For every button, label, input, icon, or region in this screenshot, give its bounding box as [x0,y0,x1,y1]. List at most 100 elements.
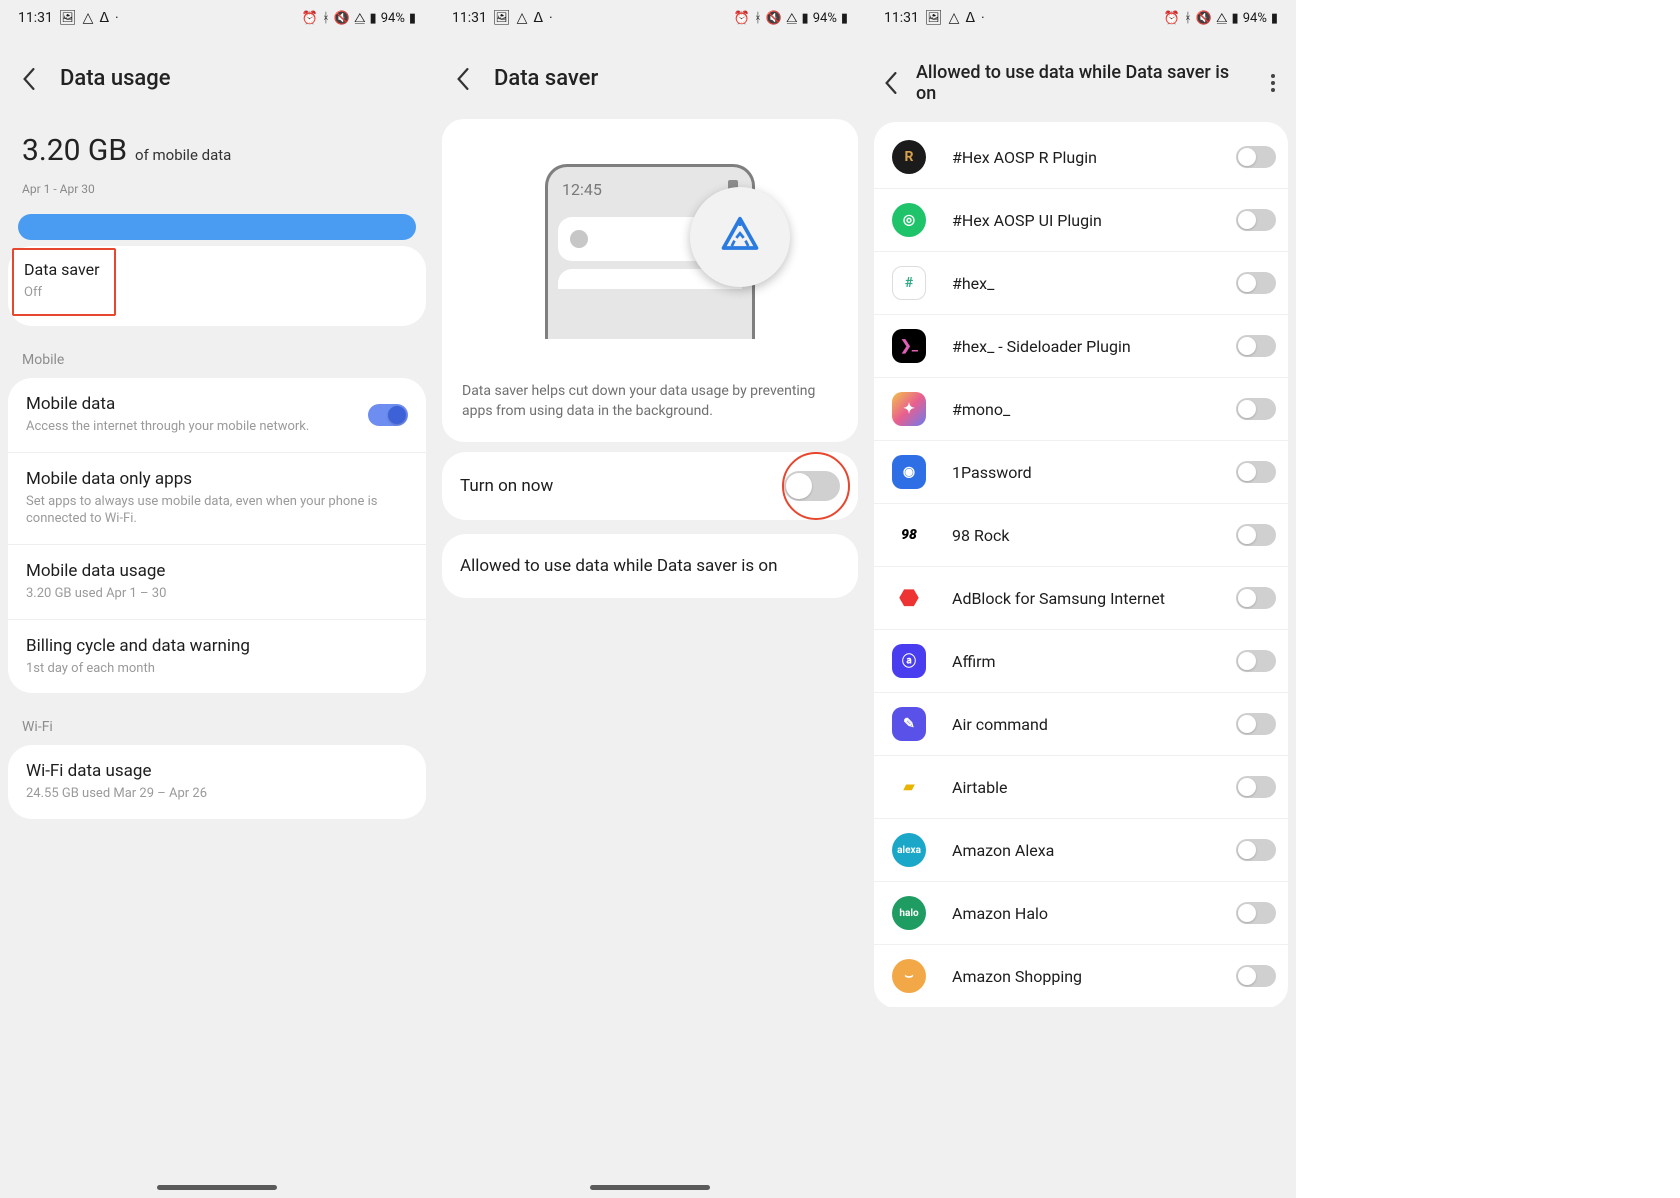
data-saver-title: Data saver [24,260,104,279]
app-row[interactable]: ◉1Password [874,441,1288,504]
app-icon: R [892,140,926,174]
signal-icon: ▮ [802,11,809,26]
drive-icon: △ [517,10,528,26]
usage-progress-bar [18,214,416,240]
back-button[interactable] [880,72,902,94]
app-icon: alexa [892,833,926,867]
app-toggle[interactable] [1236,398,1276,420]
turn-on-toggle[interactable] [784,471,840,501]
billing-sub: 1st day of each month [26,661,408,678]
screen-allowed-apps: 11:31 🖼 △ ᐃ · ⏰ ᚼ 🔇 ⧋ ▮ 94% ▮ Allowed to… [866,0,1296,1198]
wifi-icon: ⧋ [354,11,366,26]
app-row[interactable]: ❯_#hex_ - Sideloader Plugin [874,315,1288,378]
app-toggle[interactable] [1236,839,1276,861]
usage-total-sub: of mobile data [135,146,231,164]
app-name-label: AdBlock for Samsung Internet [952,589,1270,608]
app-name-label: #mono_ [952,400,1270,419]
mobile-usage-title: Mobile data usage [26,561,408,581]
more-menu-button[interactable] [1264,74,1282,92]
app-row[interactable]: ⓐ Affirm [874,630,1288,693]
drive-icon: △ [949,10,960,26]
mobile-usage-row[interactable]: Mobile data usage 3.20 GB used Apr 1 – 3… [8,544,426,619]
back-button[interactable] [18,68,40,90]
app-toggle[interactable] [1236,713,1276,735]
turn-on-label: Turn on now [460,476,553,496]
appbar: Data saver [434,36,866,111]
illustration-card: 12:45 Data saver helps cut down your dat… [442,119,858,442]
status-bar: 11:31 🖼 △ ᐃ · ⏰ ᚼ 🔇 ⧋ ▮ 94% ▮ [866,0,1296,36]
billing-cycle-row[interactable]: Billing cycle and data warning 1st day o… [8,619,426,694]
app-name-label: Amazon Shopping [952,967,1270,986]
back-button[interactable] [452,68,474,90]
wifi-usage-sub: 24.55 GB used Mar 29 – Apr 26 [26,786,408,803]
app-toggle[interactable] [1236,902,1276,924]
app-row[interactable]: ✦#mono_ [874,378,1288,441]
app-icon: # [892,266,926,300]
mobile-only-apps-row[interactable]: Mobile data only apps Set apps to always… [8,452,426,544]
app-toggle[interactable] [1236,146,1276,168]
app-row[interactable]: ◎ #Hex AOSP UI Plugin [874,189,1288,252]
battery-icon: ▮ [1271,11,1278,26]
page-title: Data usage [60,66,416,91]
page-title: Allowed to use data while Data saver is … [916,62,1250,104]
app-name-label: Amazon Alexa [952,841,1270,860]
app-name-label: 98 Rock [952,526,1270,545]
app-name-label: #hex_ [952,274,1270,293]
alarm-icon: ⏰ [1164,11,1180,26]
app-toggle[interactable] [1236,524,1276,546]
app-name-label: #Hex AOSP R Plugin [952,148,1270,167]
dot-icon: · [981,10,985,26]
app-row[interactable]: # #hex_ [874,252,1288,315]
data-saver-icon [690,187,790,287]
dot-icon: · [115,10,119,26]
app-icon: ◎ [892,203,926,237]
app-row[interactable]: R #Hex AOSP R Plugin [874,126,1288,189]
app-toggle[interactable] [1236,650,1276,672]
app-row[interactable]: 9898 Rock [874,504,1288,567]
mobile-data-title: Mobile data [26,394,408,414]
app-toggle[interactable] [1236,209,1276,231]
mobile-data-row[interactable]: Mobile data Access the internet through … [8,378,426,452]
app-icon: halo [892,896,926,930]
screen-data-usage: 11:31 🖼 △ ᐃ · ⏰ ᚼ 🔇 ⧋ ▮ 94% ▮ Data usage… [0,0,434,1198]
home-indicator[interactable] [590,1185,710,1190]
home-indicator[interactable] [157,1185,277,1190]
status-time: 11:31 [884,10,919,26]
illustration-time: 12:45 [562,180,602,199]
nav-icon: ᐃ [99,10,109,26]
mobile-only-title: Mobile data only apps [26,469,408,489]
app-icon: ⓐ [892,644,926,678]
app-toggle[interactable] [1236,587,1276,609]
turn-on-now-row[interactable]: Turn on now [442,452,858,520]
app-toggle[interactable] [1236,461,1276,483]
app-name-label: Air command [952,715,1270,734]
section-mobile: Mobile [0,326,434,378]
nav-icon: ᐃ [533,10,543,26]
dot-icon: · [549,10,553,26]
app-row[interactable]: alexa Amazon Alexa [874,819,1288,882]
allowed-apps-row[interactable]: Allowed to use data while Data saver is … [442,534,858,598]
status-bar: 11:31 🖼 △ ᐃ · ⏰ ᚼ 🔇 ⧋ ▮ 94% ▮ [0,0,434,36]
app-list[interactable]: R #Hex AOSP R Plugin ◎ #Hex AOSP UI Plugin #… [874,122,1288,1008]
wifi-usage-row[interactable]: Wi-Fi data usage 24.55 GB used Mar 29 – … [8,745,426,819]
bluetooth-icon: ᚼ [754,11,762,26]
app-row[interactable]: ⬣AdBlock for Samsung Internet [874,567,1288,630]
screen-data-saver: 11:31 🖼 △ ᐃ · ⏰ ᚼ 🔇 ⧋ ▮ 94% ▮ Data saver… [434,0,866,1198]
app-row[interactable]: ✎Air command [874,693,1288,756]
app-toggle[interactable] [1236,776,1276,798]
mobile-data-toggle[interactable] [368,404,408,426]
usage-period: Apr 1 - Apr 30 [22,182,412,196]
mute-icon: 🔇 [334,11,350,26]
app-row[interactable]: ▰Airtable [874,756,1288,819]
app-toggle[interactable] [1236,965,1276,987]
app-name-label: Affirm [952,652,1270,671]
app-row[interactable]: halo Amazon Halo [874,882,1288,945]
app-row[interactable]: ⌣Amazon Shopping [874,945,1288,1008]
app-toggle[interactable] [1236,272,1276,294]
app-name-label: #Hex AOSP UI Plugin [952,211,1270,230]
data-saver-entry[interactable]: Data saver Off [12,248,116,316]
wifi-icon: ⧋ [1216,11,1228,26]
nav-icon: ᐃ [965,10,975,26]
app-toggle[interactable] [1236,335,1276,357]
app-name-label: Amazon Halo [952,904,1270,923]
